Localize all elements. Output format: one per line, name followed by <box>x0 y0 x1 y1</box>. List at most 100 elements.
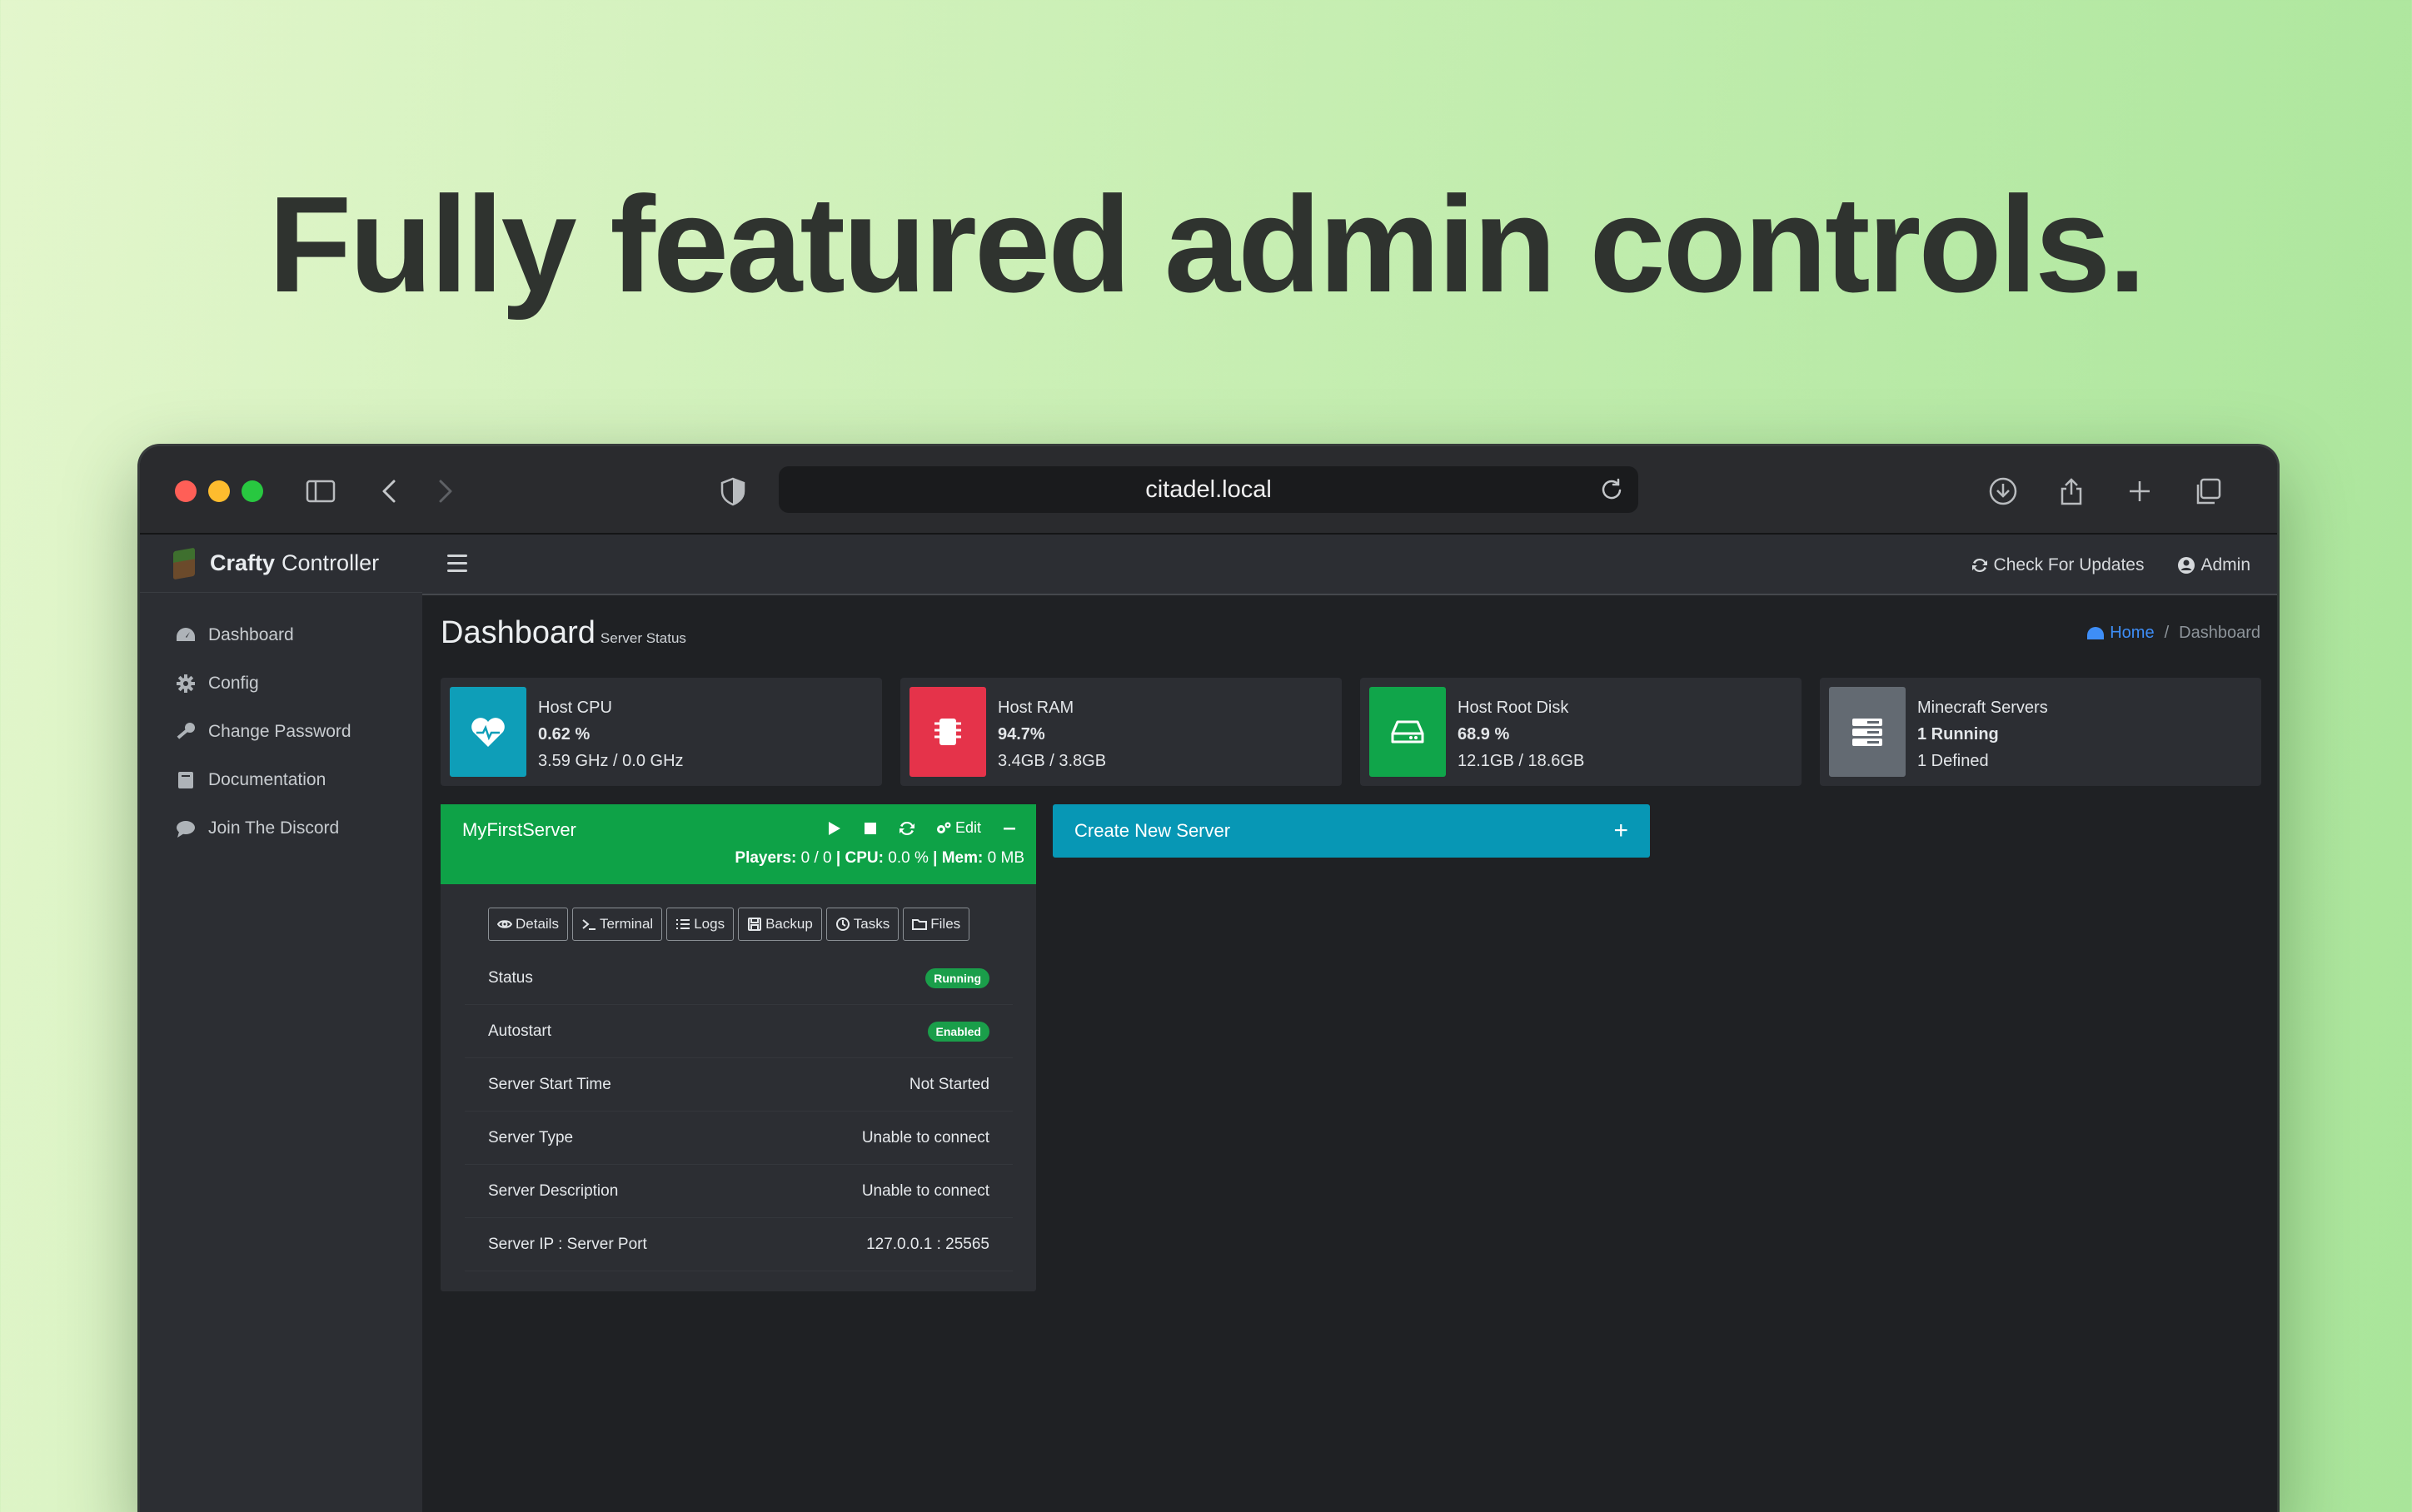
clock-icon <box>835 918 850 931</box>
play-icon[interactable] <box>825 820 842 837</box>
tab-backup[interactable]: Backup <box>738 908 822 941</box>
stat-title: Host CPU <box>538 699 612 717</box>
heartbeat-icon <box>450 687 526 777</box>
stat-host-cpu: Host CPU 0.62 % 3.59 GHz / 0.0 GHz <box>441 678 882 786</box>
detail-row-autostart: Autostart Enabled <box>465 1005 1013 1058</box>
stat-host-ram: Host RAM 94.7% 3.4GB / 3.8GB <box>900 678 1342 786</box>
page-title: Dashboard Server Status <box>441 615 686 650</box>
close-window-button[interactable] <box>175 480 197 502</box>
stat-detail: 12.1GB / 18.6GB <box>1458 752 1585 770</box>
sidebar-item-documentation[interactable]: Documentation <box>140 756 422 804</box>
sidebar-item-label: Documentation <box>208 770 326 789</box>
eye-icon <box>497 920 512 928</box>
create-new-server-button[interactable]: Create New Server + <box>1053 804 1650 858</box>
tab-terminal[interactable]: Terminal <box>571 908 663 941</box>
main-content: Dashboard Server Status Home / Dashboard … <box>422 595 2277 1512</box>
server-metrics: Players: 0 / 0 | CPU: 0.0 % | Mem: 0 MB <box>735 849 1024 867</box>
server-icon <box>1829 687 1906 777</box>
brand-bold: Crafty <box>210 550 276 575</box>
brand-rest: Controller <box>282 550 380 575</box>
gear-icon <box>177 674 195 693</box>
browser-window: citadel.local Crafty Controller Dashboar… <box>140 446 2277 1512</box>
topbar: Check For Updates Admin <box>422 535 2277 595</box>
sidebar-item-change-password[interactable]: Change Password <box>140 708 422 756</box>
breadcrumb-home[interactable]: Home <box>2086 624 2155 643</box>
terminal-icon <box>582 919 596 930</box>
breadcrumb-current: Dashboard <box>2179 624 2260 642</box>
server-details-list: Status Running Autostart Enabled Server … <box>465 952 1013 1271</box>
tab-details[interactable]: Details <box>488 908 568 941</box>
sidebar: Crafty Controller Dashboard Config Chang… <box>140 535 422 1512</box>
url-text: citadel.local <box>1145 475 1272 503</box>
server-name[interactable]: MyFirstServer <box>462 819 576 841</box>
reload-icon[interactable] <box>1598 476 1625 503</box>
status-badge: Running <box>925 967 989 988</box>
stat-host-root-disk: Host Root Disk 68.9 % 12.1GB / 18.6GB <box>1360 678 1802 786</box>
stat-value: 1 Running <box>1917 725 1999 744</box>
detail-row-status: Status Running <box>465 952 1013 1005</box>
restart-icon[interactable] <box>899 820 915 837</box>
minimize-window-button[interactable] <box>208 480 230 502</box>
edit-server-button[interactable]: Edit <box>935 819 981 837</box>
sidebar-item-label: Join The Discord <box>208 818 340 838</box>
stat-detail: 3.59 GHz / 0.0 GHz <box>538 752 684 770</box>
server-tabs: Details Terminal Logs Backup Tasks Files <box>488 908 970 941</box>
share-icon[interactable] <box>2051 471 2091 511</box>
tab-logs[interactable]: Logs <box>666 908 735 941</box>
sidebar-toggle-icon[interactable] <box>301 471 341 511</box>
stat-value: 0.62 % <box>538 725 591 744</box>
save-icon <box>748 918 762 931</box>
folder-icon <box>912 919 928 930</box>
sidebar-item-label: Change Password <box>208 722 351 741</box>
tab-tasks[interactable]: Tasks <box>825 908 900 941</box>
page-subtitle: Server Status <box>600 630 686 646</box>
admin-menu[interactable]: Admin <box>2177 555 2250 575</box>
stat-title: Host RAM <box>998 699 1074 717</box>
server-card-header: MyFirstServer Edit Players: 0 / 0 | CPU:… <box>441 804 1036 884</box>
browser-toolbar: citadel.local <box>140 446 2277 535</box>
sidebar-item-dashboard[interactable]: Dashboard <box>140 611 422 659</box>
check-updates-label: Check For Updates <box>1993 555 2145 574</box>
tachometer-icon <box>2087 626 2105 639</box>
brand[interactable]: Crafty Controller <box>140 535 422 593</box>
tab-files[interactable]: Files <box>903 908 970 941</box>
address-bar[interactable]: citadel.local <box>779 466 1638 513</box>
stat-value: 68.9 % <box>1458 725 1510 744</box>
breadcrumb-separator: / <box>2164 624 2170 642</box>
memory-chip-icon <box>909 687 986 777</box>
server-card: MyFirstServer Edit Players: 0 / 0 | CPU:… <box>441 804 1036 1291</box>
download-icon[interactable] <box>1983 471 2023 511</box>
gears-icon <box>936 822 951 833</box>
admin-label: Admin <box>2200 555 2250 574</box>
sidebar-item-label: Dashboard <box>208 625 294 644</box>
sidebar-item-discord[interactable]: Join The Discord <box>140 804 422 853</box>
back-icon[interactable] <box>370 471 410 511</box>
sidebar-item-config[interactable]: Config <box>140 659 422 708</box>
crafty-logo-icon <box>173 547 195 579</box>
headline: Fully featured admin controls. <box>268 168 2146 321</box>
stop-icon[interactable] <box>862 820 879 837</box>
minus-icon[interactable] <box>1001 820 1018 837</box>
detail-row-start-time: Server Start Time Not Started <box>465 1058 1013 1112</box>
detail-row-ip-port: Server IP : Server Port 127.0.0.1 : 2556… <box>465 1218 1013 1271</box>
check-updates-button[interactable]: Check For Updates <box>1971 555 2145 575</box>
stat-title: Host Root Disk <box>1458 699 1569 717</box>
zoom-window-button[interactable] <box>242 480 263 502</box>
book-icon <box>178 772 193 788</box>
stat-minecraft-servers: Minecraft Servers 1 Running 1 Defined <box>1820 678 2261 786</box>
tachometer-icon <box>177 628 195 641</box>
chat-icon <box>177 821 195 838</box>
user-circle-icon <box>2178 556 2195 574</box>
sidebar-item-label: Config <box>208 674 259 693</box>
new-tab-icon[interactable] <box>2120 471 2160 511</box>
shield-icon[interactable] <box>713 471 753 511</box>
hard-drive-icon <box>1369 687 1446 777</box>
sidebar-nav: Dashboard Config Change Password Documen… <box>140 593 422 853</box>
tab-overview-icon[interactable] <box>2188 471 2228 511</box>
forward-icon[interactable] <box>425 471 465 511</box>
stat-detail: 1 Defined <box>1917 752 1989 770</box>
autostart-badge: Enabled <box>927 1021 989 1042</box>
plus-icon: + <box>1613 817 1628 844</box>
stat-title: Minecraft Servers <box>1917 699 2048 717</box>
hamburger-menu-icon[interactable] <box>447 555 467 573</box>
